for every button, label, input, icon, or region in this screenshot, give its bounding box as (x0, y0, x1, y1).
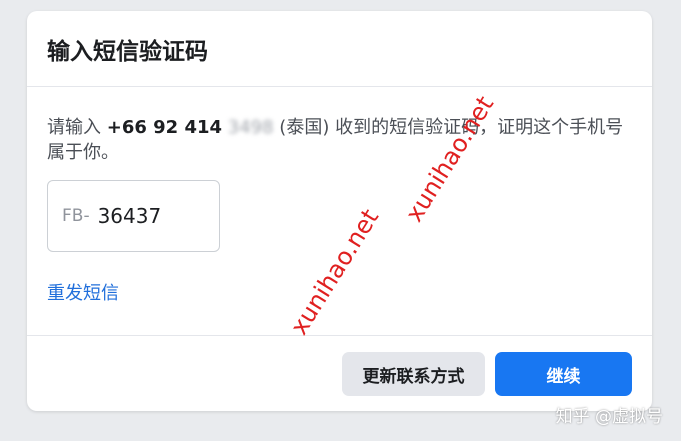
dialog-header: 输入短信验证码 (27, 11, 652, 87)
code-input[interactable] (97, 204, 208, 228)
zhihu-watermark: 知乎 @虚拟号 (555, 407, 663, 427)
code-prefix: FB- (62, 206, 90, 226)
dialog-title: 输入短信验证码 (47, 38, 208, 65)
continue-button[interactable]: 继续 (495, 352, 632, 396)
dialog-footer: 更新联系方式 继续 (27, 336, 652, 411)
phone-number: +66 92 414 (106, 117, 223, 138)
verification-dialog: 输入短信验证码 请输入 +66 92 414 3498 (泰国) 收到的短信验证… (27, 11, 652, 411)
instruction-prefix: 请输入 (47, 117, 107, 138)
phone-number-blurred: 3498 (227, 117, 274, 138)
code-field[interactable]: FB- (47, 180, 220, 252)
resend-sms-link[interactable]: 重发短信 (47, 279, 119, 305)
update-contact-button[interactable]: 更新联系方式 (342, 352, 485, 396)
dialog-body: 请输入 +66 92 414 3498 (泰国) 收到的短信验证码，证明这个手机… (27, 87, 652, 336)
instruction-text: 请输入 +66 92 414 3498 (泰国) 收到的短信验证码，证明这个手机… (47, 115, 627, 165)
